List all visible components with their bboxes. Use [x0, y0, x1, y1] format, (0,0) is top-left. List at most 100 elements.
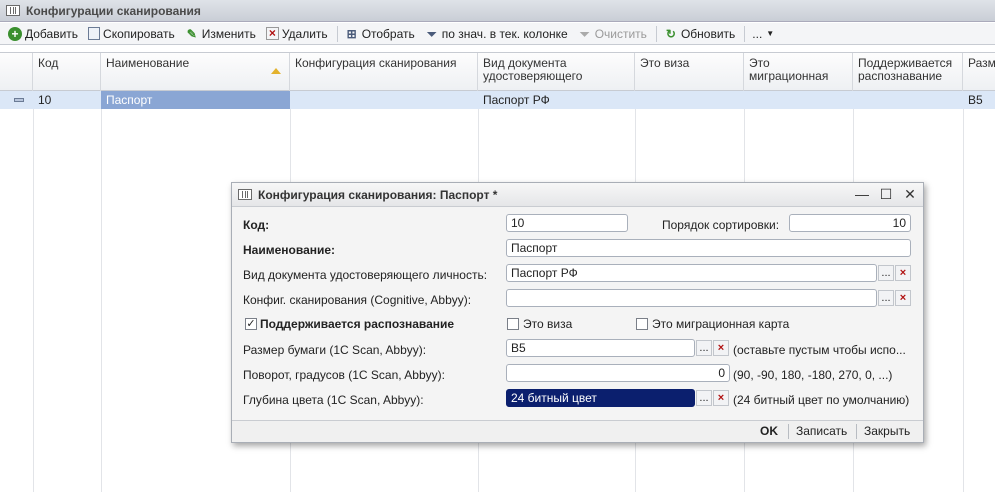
toolbar: + Добавить Скопировать ✎ Изменить × Удал… — [0, 23, 995, 45]
recognition-checkbox[interactable]: ✓ — [245, 318, 257, 330]
ok-button[interactable]: OK — [760, 424, 778, 438]
paper-size-clear-button[interactable]: × — [713, 340, 729, 356]
save-button[interactable]: Записать — [796, 424, 847, 438]
cell-recognition[interactable] — [853, 91, 963, 109]
rotation-field[interactable]: 0 — [506, 364, 730, 382]
paper-size-hint: (оставьте пустым чтобы испо... — [733, 343, 906, 357]
pencil-icon: ✎ — [186, 26, 197, 41]
toolbar-separator — [655, 25, 657, 42]
cell-config[interactable] — [290, 91, 478, 109]
sort-order-label: Порядок сортировки: — [662, 218, 780, 232]
close-button[interactable]: Закрыть — [864, 424, 910, 438]
doc-type-select-button[interactable]: ... — [878, 265, 894, 281]
column-header-migration[interactable]: Это миграционная — [744, 53, 853, 91]
minimize-icon[interactable]: — — [855, 186, 869, 202]
cell-migration[interactable] — [744, 91, 853, 109]
toolbar-separator — [744, 25, 746, 42]
column-header-name-label: Наименование — [106, 56, 190, 70]
dialog-body: Код: 10 Порядок сортировки: 10 Наименова… — [236, 209, 919, 415]
color-depth-field[interactable]: 24 битный цвет — [506, 389, 695, 407]
config-label: Конфиг. сканирования (Cognitive, Abbyy): — [243, 293, 472, 307]
window-icon — [238, 189, 252, 200]
window-controls: — ☐ ✕ — [855, 186, 917, 202]
plus-icon: + — [8, 26, 22, 41]
row-marker-icon — [14, 98, 24, 102]
window-icon — [6, 5, 20, 16]
config-clear-button[interactable]: × — [895, 290, 911, 306]
chevron-down-icon: ▼ — [766, 29, 775, 38]
color-depth-select-button[interactable]: ... — [696, 390, 712, 406]
copy-icon — [88, 27, 101, 40]
paper-size-field[interactable]: B5 — [506, 339, 695, 357]
grid-line — [101, 91, 102, 492]
funnel-clear-icon: ⏷ — [579, 26, 590, 41]
column-header-config[interactable]: Конфигурация сканирования — [290, 53, 478, 91]
filter-by-value-label: по знач. в тек. колонке — [441, 26, 568, 41]
edit-button[interactable]: ✎ Изменить — [181, 25, 260, 43]
dialog-titlebar[interactable]: Конфигурация сканирования: Паспорт * — ☐… — [232, 183, 923, 207]
main-window-titlebar: Конфигурации сканирования — [0, 0, 995, 22]
delete-button[interactable]: × Удалить — [262, 25, 332, 43]
doc-type-field[interactable]: Паспорт РФ — [506, 264, 877, 282]
name-label: Наименование: — [243, 243, 336, 257]
more-label: ... — [752, 26, 763, 41]
config-select-button[interactable]: ... — [878, 290, 894, 306]
table-header: Код Наименование Конфигурация сканирован… — [0, 53, 995, 91]
edit-label: Изменить — [201, 26, 256, 41]
rotation-label: Поворот, градусов (1C Scan, Abbyy): — [243, 368, 445, 382]
name-field[interactable]: Паспорт — [506, 239, 911, 257]
column-header-visa[interactable]: Это виза — [635, 53, 744, 91]
delete-icon: × — [265, 27, 279, 40]
column-header-size[interactable]: Разм — [963, 53, 995, 91]
add-label: Добавить — [25, 26, 79, 41]
dialog-footer: OK Записать Закрыть — [232, 420, 923, 442]
color-depth-clear-button[interactable]: × — [713, 390, 729, 406]
clear-filter-label: Очистить — [594, 26, 647, 41]
cell-doc-type[interactable]: Паспорт РФ — [478, 91, 635, 109]
refresh-icon: ↻ — [665, 26, 676, 41]
column-header-doc-type[interactable]: Вид документа удостоверяющего — [478, 53, 635, 91]
grid-line — [33, 91, 34, 492]
grid-line — [963, 91, 964, 492]
refresh-button[interactable]: ↻ Обновить — [660, 25, 739, 43]
paper-size-label: Размер бумаги (1C Scan, Abbyy): — [243, 343, 427, 357]
doc-type-label: Вид документа удостоверяющего личность: — [243, 268, 488, 282]
sort-order-field[interactable]: 10 — [789, 214, 911, 232]
column-header-name[interactable]: Наименование — [101, 53, 290, 91]
migration-label: Это миграционная карта — [652, 317, 790, 331]
filter-by-value-button[interactable]: ⏷ по знач. в тек. колонке — [421, 25, 572, 43]
filter-label: Отобрать — [361, 26, 415, 41]
add-button[interactable]: + Добавить — [4, 25, 82, 43]
visa-checkbox[interactable] — [507, 318, 519, 330]
cell-size[interactable]: B5 — [963, 91, 995, 109]
delete-label: Удалить — [281, 26, 328, 41]
paper-size-select-button[interactable]: ... — [696, 340, 712, 356]
filter-button[interactable]: ⊞ Отобрать — [341, 25, 419, 43]
copy-label: Скопировать — [103, 26, 175, 41]
column-header-code[interactable]: Код — [33, 53, 101, 91]
maximize-icon[interactable]: ☐ — [879, 186, 893, 202]
cell-visa[interactable] — [635, 91, 744, 109]
code-field[interactable]: 10 — [506, 214, 628, 232]
refresh-label: Обновить — [680, 26, 736, 41]
migration-checkbox[interactable] — [636, 318, 648, 330]
cell-name[interactable]: Паспорт — [101, 91, 290, 109]
table-row[interactable]: 10 Паспорт Паспорт РФ B5 — [0, 91, 995, 109]
main-window-title: Конфигурации сканирования — [26, 3, 201, 18]
color-depth-label: Глубина цвета (1C Scan, Abbyy): — [243, 393, 424, 407]
funnel-icon: ⏷ — [426, 26, 437, 41]
copy-button[interactable]: Скопировать — [84, 25, 179, 43]
filter-icon: ⊞ — [346, 26, 357, 41]
more-actions-button[interactable]: ... ▼ — [748, 25, 778, 43]
config-field[interactable] — [506, 289, 877, 307]
footer-separator — [788, 424, 789, 439]
doc-type-clear-button[interactable]: × — [895, 265, 911, 281]
close-icon[interactable]: ✕ — [903, 186, 917, 202]
rotation-hint: (90, -90, 180, -180, 270, 0, ...) — [733, 368, 893, 382]
toolbar-separator — [336, 25, 338, 42]
code-label: Код: — [243, 218, 270, 232]
recognition-label: Поддерживается распознавание — [260, 317, 455, 331]
clear-filter-button[interactable]: ⏷ Очистить — [574, 25, 651, 43]
cell-code[interactable]: 10 — [33, 91, 101, 109]
column-header-recognition[interactable]: Поддерживается распознавание — [853, 53, 963, 91]
